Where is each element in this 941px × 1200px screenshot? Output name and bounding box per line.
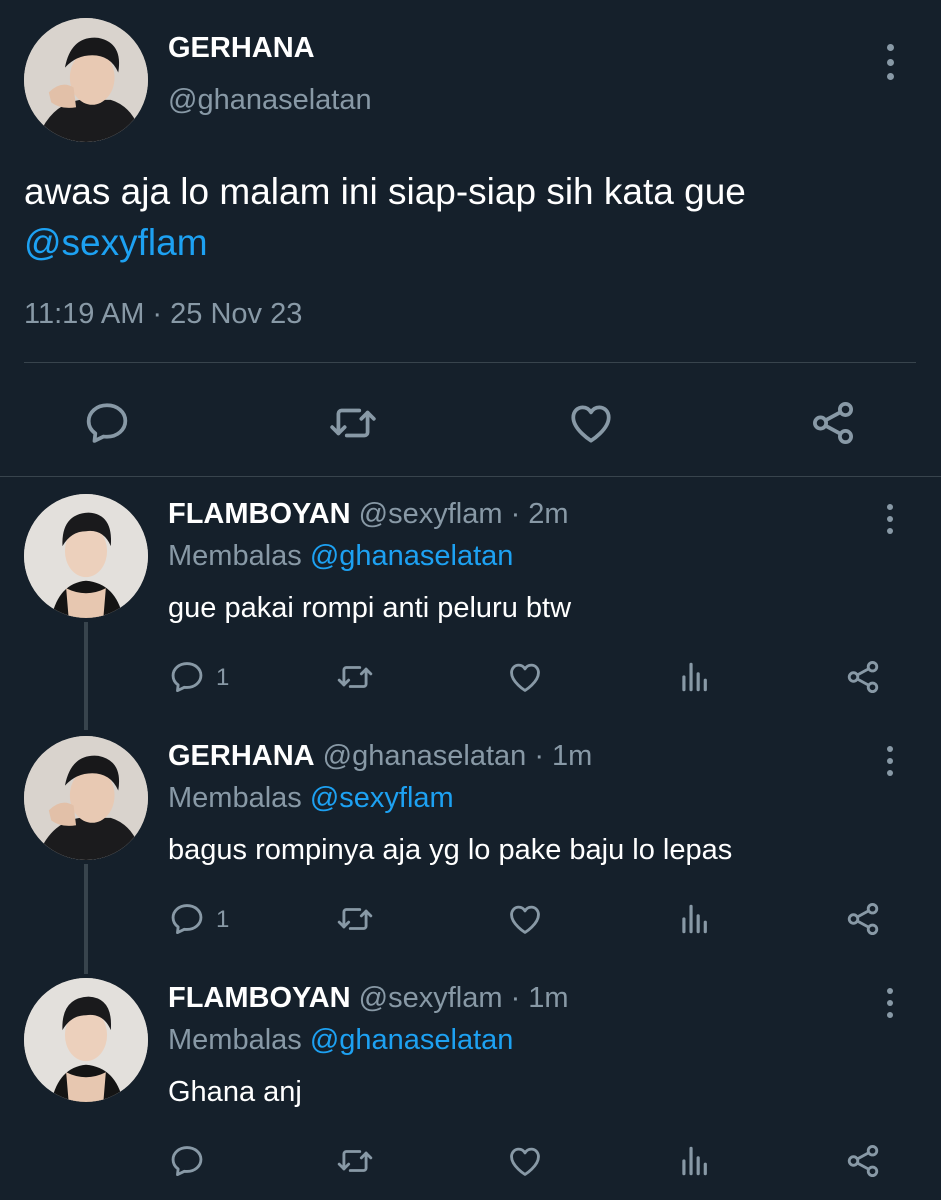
section-divider <box>0 476 941 477</box>
analytics-icon[interactable] <box>676 658 714 696</box>
reply-header: GERHANA @ghanaselatan · 1m <box>168 740 592 773</box>
replying-label: Membalas <box>168 1024 310 1056</box>
divider <box>24 362 916 363</box>
mention-link[interactable]: @ghanaselatan <box>310 540 514 572</box>
replying-to: Membalas @sexyflam <box>168 782 454 815</box>
replying-label: Membalas <box>168 782 310 814</box>
author-handle[interactable]: @ghanaselatan <box>168 84 372 117</box>
mention-link[interactable]: @sexyflam <box>310 782 454 814</box>
like-icon[interactable] <box>506 1142 544 1180</box>
share-icon[interactable] <box>808 398 858 448</box>
avatar[interactable] <box>24 494 148 618</box>
author-name[interactable]: FLAMBOYAN <box>168 982 351 1014</box>
author-meta: @sexyflam · 2m <box>350 498 569 530</box>
retweet-icon[interactable] <box>336 658 374 696</box>
reply-icon[interactable] <box>168 658 206 696</box>
avatar[interactable] <box>24 18 148 142</box>
thread-line <box>84 864 88 974</box>
replying-to: Membalas @ghanaselatan <box>168 1024 513 1057</box>
reply-count: 1 <box>216 664 230 691</box>
retweet-icon[interactable] <box>336 900 374 938</box>
share-icon[interactable] <box>844 900 882 938</box>
more-options-icon[interactable] <box>884 746 896 776</box>
reply-icon[interactable] <box>168 1142 206 1180</box>
tweet-text: bagus rompinya aja yg lo pake baju lo le… <box>168 834 733 866</box>
avatar[interactable] <box>24 978 148 1102</box>
share-icon[interactable] <box>844 1142 882 1180</box>
reply-header: FLAMBOYAN @sexyflam · 2m <box>168 498 569 531</box>
tweet-text: gue pakai rompi anti peluru btw <box>168 592 572 624</box>
like-icon[interactable] <box>566 398 616 448</box>
author-name[interactable]: GERHANA <box>168 740 315 772</box>
like-icon[interactable] <box>506 658 544 696</box>
reply-count: 1 <box>216 906 230 933</box>
author-name[interactable]: FLAMBOYAN <box>168 498 351 530</box>
replying-to: Membalas @ghanaselatan <box>168 540 513 573</box>
tweet-thread: GERHANA @ghanaselatan awas aja lo malam … <box>0 0 941 1200</box>
tweet-text: Ghana anj <box>168 1076 302 1108</box>
avatar[interactable] <box>24 736 148 860</box>
author-meta: @sexyflam · 1m <box>350 982 569 1014</box>
mention-link[interactable]: @sexyflam <box>24 222 208 263</box>
tweet-timestamp[interactable]: 11:19 AM · 25 Nov 23 <box>24 298 302 331</box>
reply-icon[interactable] <box>82 398 132 448</box>
tweet-body: awas aja lo malam ini siap-siap sih kata… <box>24 171 746 212</box>
main-tweet: GERHANA @ghanaselatan awas aja lo malam … <box>0 0 941 470</box>
share-icon[interactable] <box>844 658 882 696</box>
more-options-icon[interactable] <box>884 988 896 1018</box>
reply-icon[interactable] <box>168 900 206 938</box>
retweet-icon[interactable] <box>336 1142 374 1180</box>
retweet-icon[interactable] <box>328 398 378 448</box>
replying-label: Membalas <box>168 540 310 572</box>
like-icon[interactable] <box>506 900 544 938</box>
analytics-icon[interactable] <box>676 1142 714 1180</box>
tweet-text: awas aja lo malam ini siap-siap sih kata… <box>24 166 904 268</box>
author-name[interactable]: GERHANA <box>168 32 315 65</box>
thread-line <box>84 622 88 730</box>
author-meta: @ghanaselatan · 1m <box>314 740 593 772</box>
analytics-icon[interactable] <box>676 900 714 938</box>
more-options-icon[interactable] <box>884 44 896 80</box>
reply-header: FLAMBOYAN @sexyflam · 1m <box>168 982 569 1015</box>
mention-link[interactable]: @ghanaselatan <box>310 1024 514 1056</box>
more-options-icon[interactable] <box>884 504 896 534</box>
